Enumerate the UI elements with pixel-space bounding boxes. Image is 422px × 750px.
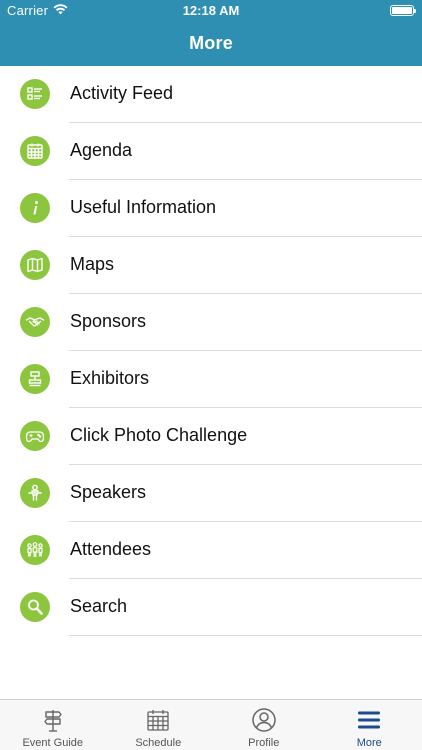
more-menu-list: Activity Feed Agenda Useful Information … [0,66,422,636]
menu-item-label: Click Photo Challenge [70,425,248,445]
menu-item-maps[interactable]: Maps [0,237,422,294]
menu-item-speakers[interactable]: Speakers [0,465,422,522]
profile-icon [251,707,277,733]
menu-item-click-photo-challenge[interactable]: Click Photo Challenge [0,408,422,465]
tab-bar: Event Guide Schedule Profile More [0,699,422,750]
status-bar: Carrier 12:18 AM [0,0,422,22]
booth-icon [20,364,50,394]
tab-label: Profile [248,737,280,749]
menu-item-attendees[interactable]: Attendees [0,522,422,579]
page-title: More [189,33,233,53]
tab-schedule[interactable]: Schedule [106,700,212,750]
calendar-icon [145,707,171,733]
menu-item-label: Attendees [70,539,152,559]
tab-event-guide[interactable]: Event Guide [0,700,106,750]
activity-feed-icon [20,79,50,109]
nav-header: Carrier 12:18 AM More [0,0,422,66]
menu-item-activity-feed[interactable]: Activity Feed [0,66,422,123]
menu-item-label: Agenda [70,140,133,160]
status-time: 12:18 AM [182,3,240,18]
speaker-icon [20,478,50,508]
menu-item-sponsors[interactable]: Sponsors [0,294,422,351]
tab-more[interactable]: More [317,700,422,750]
menu-item-label: Search [70,596,128,616]
menu-item-label: Speakers [70,482,147,502]
tab-label: Schedule [135,737,182,749]
handshake-icon [20,307,50,337]
menu-item-search[interactable]: Search [0,579,422,636]
menu-item-agenda[interactable]: Agenda [0,123,422,180]
tab-label: More [356,737,382,749]
tab-label: Event Guide [22,737,84,749]
menu-item-label: Activity Feed [70,83,174,103]
menu-item-exhibitors[interactable]: Exhibitors [0,351,422,408]
divider [69,635,422,636]
gamepad-icon [20,421,50,451]
map-icon [20,250,50,280]
info-icon [20,193,50,223]
menu-item-label: Sponsors [70,311,147,331]
signpost-icon [40,707,66,733]
search-icon [20,592,50,622]
battery-icon [390,5,416,16]
menu-item-label: Exhibitors [70,368,150,388]
menu-icon [356,707,382,733]
calendar-icon [20,136,50,166]
menu-item-label: Useful Information [70,197,217,217]
people-icon [20,535,50,565]
menu-item-label: Maps [70,254,115,274]
menu-item-useful-information[interactable]: Useful Information [0,180,422,237]
tab-profile[interactable]: Profile [211,700,317,750]
